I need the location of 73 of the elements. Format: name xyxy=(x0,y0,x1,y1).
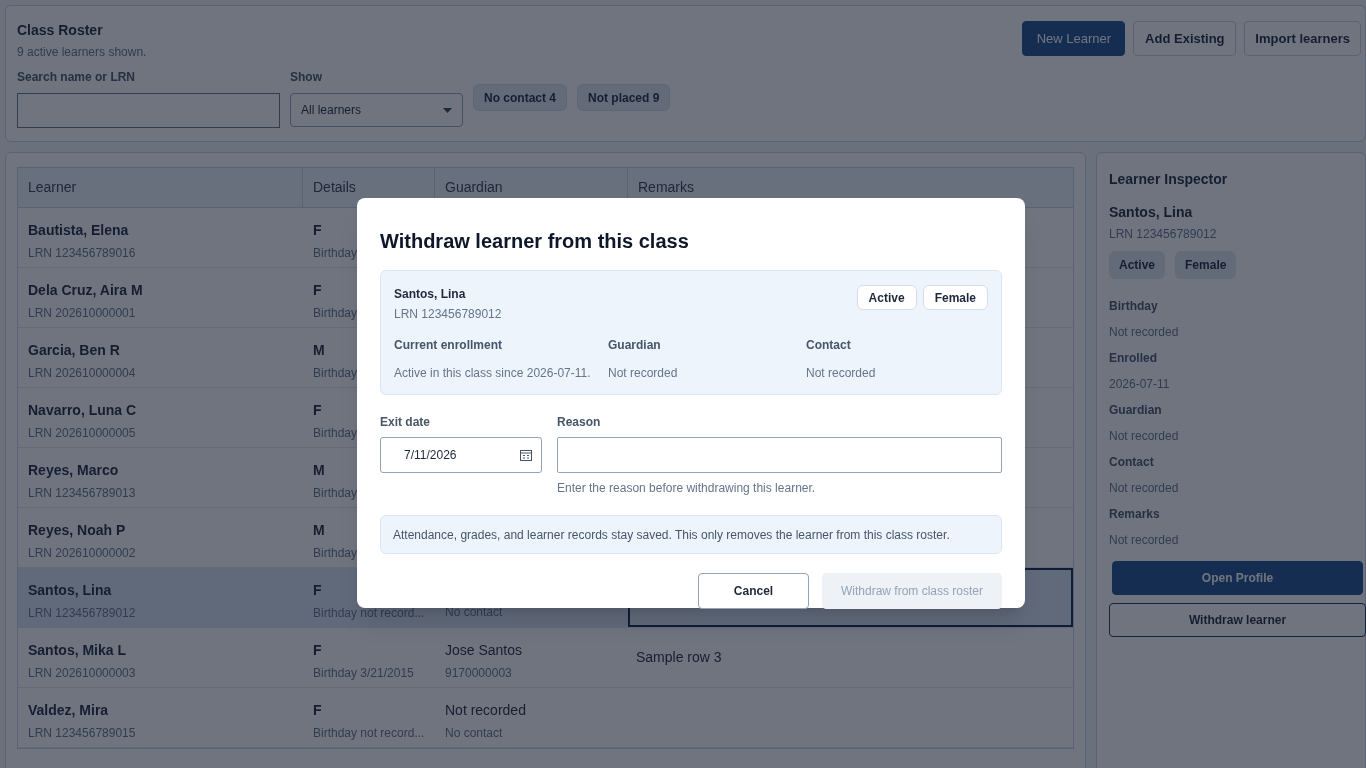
info-label: Current enrollment xyxy=(394,337,503,354)
birthday-text: Birthday xyxy=(313,425,358,442)
sex-text: F xyxy=(313,221,322,240)
learner-name: Santos, Mika L xyxy=(28,641,127,660)
birthday-text: Birthday xyxy=(313,365,358,382)
birthday-text: Birthday xyxy=(313,245,358,262)
learner-lrn: LRN 202610000002 xyxy=(28,545,136,562)
info-value: Not recorded xyxy=(608,365,679,382)
field-label: Enrolled xyxy=(1109,350,1158,367)
field-value: 2026-07-11 xyxy=(1109,376,1171,393)
birthday-text: Birthday xyxy=(313,545,358,562)
field-label: Birthday xyxy=(1109,298,1159,315)
info-label: Contact xyxy=(806,337,852,354)
status-tag: Active xyxy=(856,285,917,310)
field-label: Show xyxy=(290,69,323,86)
panel-title: Learner Inspector xyxy=(1109,170,1229,189)
learner-lrn: LRN 123456789016 xyxy=(28,245,136,262)
status-tag: Active xyxy=(1109,251,1166,279)
guardian-contact: No contact xyxy=(445,725,503,742)
info-value: Not recorded xyxy=(806,365,877,382)
learner-name: Garcia, Ben R xyxy=(28,341,120,360)
sex-text: M xyxy=(313,461,325,480)
page-subtitle: 9 active learners shown. xyxy=(17,44,147,61)
sex-text: F xyxy=(313,401,322,420)
guardian-name: Jose Santos xyxy=(445,641,523,660)
learner-name: Santos, Lina xyxy=(1109,203,1194,222)
learner-lrn: LRN 202610000005 xyxy=(28,425,136,442)
learner-lrn: LRN 202610000003 xyxy=(28,665,136,682)
birthday-text: Birthday 3/21/2015 xyxy=(313,665,414,682)
learner-name: Dela Cruz, Aira M xyxy=(28,281,143,300)
info-value: Active in this class since 2026-07-11. xyxy=(394,365,592,382)
info-note: Attendance, grades, and learner records stay saved. This only removes the learner from this class roster. xyxy=(380,515,1002,554)
field-value: Not recorded xyxy=(1109,428,1180,445)
status-tag: Female xyxy=(922,285,988,310)
remarks-text: Sample row 3 xyxy=(636,648,722,667)
sex-text: F xyxy=(313,641,322,660)
learner-name: Santos, Lina xyxy=(394,286,467,303)
learner-lrn: LRN 123456789013 xyxy=(28,485,136,502)
sex-text: F xyxy=(313,581,322,600)
sex-text: M xyxy=(313,521,325,540)
learner-name: Reyes, Marco xyxy=(28,461,119,480)
dialog-title: Withdraw learner from this class xyxy=(380,229,690,254)
sex-text: M xyxy=(313,341,325,360)
learner-lrn: LRN 123456789012 xyxy=(1109,226,1218,243)
learner-name: Valdez, Mira xyxy=(28,701,109,720)
field-hint: Enter the reason before withdrawing this learner. xyxy=(557,480,817,497)
field-label: Exit date xyxy=(380,414,431,431)
learner-lrn: LRN 123456789012 xyxy=(394,306,502,323)
birthday-text: Birthday xyxy=(313,305,358,322)
page-title: Class Roster xyxy=(17,21,104,40)
field-label: Search name or LRN xyxy=(17,69,137,86)
sex-text: F xyxy=(313,281,322,300)
field-label: Reason xyxy=(557,414,602,431)
field-value: Not recorded xyxy=(1109,480,1180,497)
guardian-name: Not recorded xyxy=(445,701,526,720)
info-label: Guardian xyxy=(608,337,662,354)
learner-lrn: LRN 123456789015 xyxy=(28,725,136,742)
learner-lrn: LRN 202610000001 xyxy=(28,305,136,322)
learner-name: Navarro, Luna C xyxy=(28,401,137,420)
learner-lrn: LRN 202610000004 xyxy=(28,365,136,382)
guardian-contact: 9170000003 xyxy=(445,665,512,682)
field-value: Not recorded xyxy=(1109,532,1180,549)
field-value: Not recorded xyxy=(1109,324,1180,341)
status-tag: Female xyxy=(1175,251,1237,279)
learner-name: Reyes, Noah P xyxy=(28,521,126,540)
learner-name: Santos, Lina xyxy=(28,581,112,600)
field-label: Guardian xyxy=(1109,402,1163,419)
field-label: Remarks xyxy=(1109,506,1161,523)
sex-text: F xyxy=(313,701,322,720)
birthday-text: Birthday xyxy=(313,485,358,502)
birthday-text: Birthday not record... xyxy=(313,725,425,742)
field-label: Contact xyxy=(1109,454,1155,471)
learner-name: Bautista, Elena xyxy=(28,221,129,240)
